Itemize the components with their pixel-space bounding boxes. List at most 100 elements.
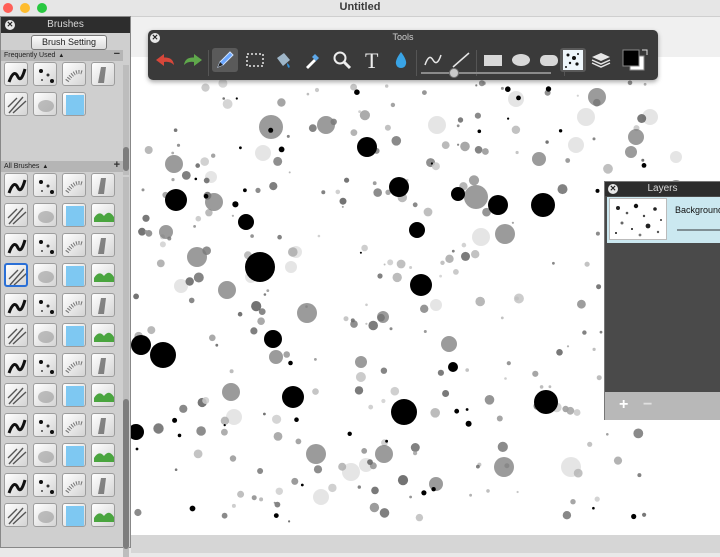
brush-scroll-thumb[interactable] [123, 399, 129, 549]
brush-tile[interactable] [91, 323, 115, 347]
brush-tile[interactable] [4, 293, 28, 317]
paint-dot [532, 152, 546, 166]
brush-tile[interactable] [62, 383, 86, 407]
brush-size-slider[interactable] [421, 72, 551, 74]
brush-tile[interactable] [62, 203, 86, 227]
brush-tile[interactable] [91, 173, 115, 197]
ellipse-tool-button[interactable] [508, 48, 534, 72]
paint-dot [306, 92, 310, 96]
brush-tile[interactable] [4, 323, 28, 347]
brush-tile[interactable] [33, 323, 57, 347]
brush-tile[interactable] [91, 203, 115, 227]
paint-dot [584, 261, 590, 267]
brush-tile[interactable] [91, 353, 115, 377]
text-tool-button[interactable]: T [359, 48, 385, 72]
frequent-scroll-thumb[interactable] [123, 147, 129, 171]
rect-select-icon [246, 53, 264, 67]
brush-tile[interactable] [4, 203, 28, 227]
brush-tile[interactable] [91, 413, 115, 437]
all-brushes-header[interactable]: All Brushes ▲ + [1, 160, 123, 172]
brush-tile[interactable] [4, 62, 28, 86]
brush-tile[interactable] [4, 263, 28, 287]
brush-size-slider-knob[interactable] [449, 68, 459, 78]
paint-bucket-button[interactable] [270, 48, 296, 72]
layer-row[interactable]: Background [607, 197, 720, 243]
pencil-tool-button[interactable] [212, 48, 238, 72]
brush-tile[interactable] [62, 413, 86, 437]
brush-tile[interactable] [91, 233, 115, 257]
color-swatch-button[interactable] [618, 48, 652, 72]
brush-tile[interactable] [91, 263, 115, 287]
brush-tile[interactable] [33, 203, 57, 227]
layers-button[interactable] [588, 48, 614, 72]
brush-tile[interactable] [4, 383, 28, 407]
curve-tool-button[interactable] [420, 48, 446, 72]
paint-dot [497, 441, 508, 452]
paint-dot [430, 299, 442, 311]
brush-tile[interactable] [62, 263, 86, 287]
brush-tile[interactable] [62, 233, 86, 257]
paint-dot [421, 490, 427, 496]
brush-tile[interactable] [33, 353, 57, 377]
brush-tile[interactable] [33, 383, 57, 407]
brush-setting-button[interactable]: Brush Setting [31, 35, 107, 50]
eyedropper-button[interactable] [300, 48, 326, 72]
redo-button[interactable] [180, 48, 206, 72]
brush-tile[interactable] [62, 173, 86, 197]
brush-tile[interactable] [4, 443, 28, 467]
brush-tile[interactable] [91, 443, 115, 467]
texture-brush-button[interactable] [560, 48, 586, 72]
remove-frequent-brush-button[interactable]: − [114, 49, 120, 60]
brush-tile[interactable] [91, 62, 115, 86]
brush-tile[interactable] [62, 443, 86, 467]
water-drop-button[interactable] [388, 48, 414, 72]
undo-button[interactable] [152, 48, 178, 72]
paint-dot [294, 417, 299, 423]
brush-tile[interactable] [4, 233, 28, 257]
brush-tile[interactable] [62, 62, 86, 86]
add-layer-button[interactable]: + [619, 396, 628, 414]
brush-tile[interactable] [33, 233, 57, 257]
add-brush-button[interactable]: + [114, 160, 120, 171]
brush-tile[interactable] [33, 92, 57, 116]
brush-tile[interactable] [62, 353, 86, 377]
brush-tile[interactable] [4, 473, 28, 497]
frequently-used-header[interactable]: Frequently Used ▲ − [1, 49, 123, 61]
brush-tile[interactable] [4, 413, 28, 437]
brush-tile[interactable] [4, 92, 28, 116]
brush-tile[interactable] [33, 173, 57, 197]
brush-tile[interactable] [62, 293, 86, 317]
frequent-scrollbar[interactable] [123, 65, 129, 175]
paint-dot [375, 445, 393, 463]
brush-tile[interactable] [33, 443, 57, 467]
brush-tile[interactable] [33, 62, 57, 86]
paint-dot [445, 254, 454, 263]
brush-tile[interactable] [91, 473, 115, 497]
brush-scrollbar[interactable] [123, 177, 129, 557]
brush-tile[interactable] [4, 503, 28, 527]
brush-tile[interactable] [62, 473, 86, 497]
paint-dot [131, 424, 144, 440]
brush-tile[interactable] [33, 293, 57, 317]
brush-tile[interactable] [4, 173, 28, 197]
frequently-used-label: Frequently Used [4, 52, 56, 59]
brush-tile[interactable] [4, 353, 28, 377]
brush-tile[interactable] [62, 503, 86, 527]
paint-dot [389, 327, 393, 331]
brush-tile[interactable] [62, 92, 86, 116]
brush-tile[interactable] [33, 473, 57, 497]
brush-tile[interactable] [33, 413, 57, 437]
brush-tile[interactable] [33, 263, 57, 287]
brush-tile[interactable] [62, 323, 86, 347]
zoom-button[interactable] [329, 48, 355, 72]
rect-select-button[interactable] [242, 48, 268, 72]
brush-tile[interactable] [33, 503, 57, 527]
brush-tile[interactable] [91, 293, 115, 317]
brush-tile[interactable] [91, 503, 115, 527]
rounded-rect-tool-button[interactable] [536, 48, 562, 72]
paint-dot [494, 457, 514, 477]
remove-layer-button[interactable]: − [643, 396, 652, 414]
brush-tile[interactable] [91, 383, 115, 407]
rectangle-tool-button[interactable] [480, 48, 506, 72]
layer-opacity-bar[interactable] [677, 229, 720, 231]
